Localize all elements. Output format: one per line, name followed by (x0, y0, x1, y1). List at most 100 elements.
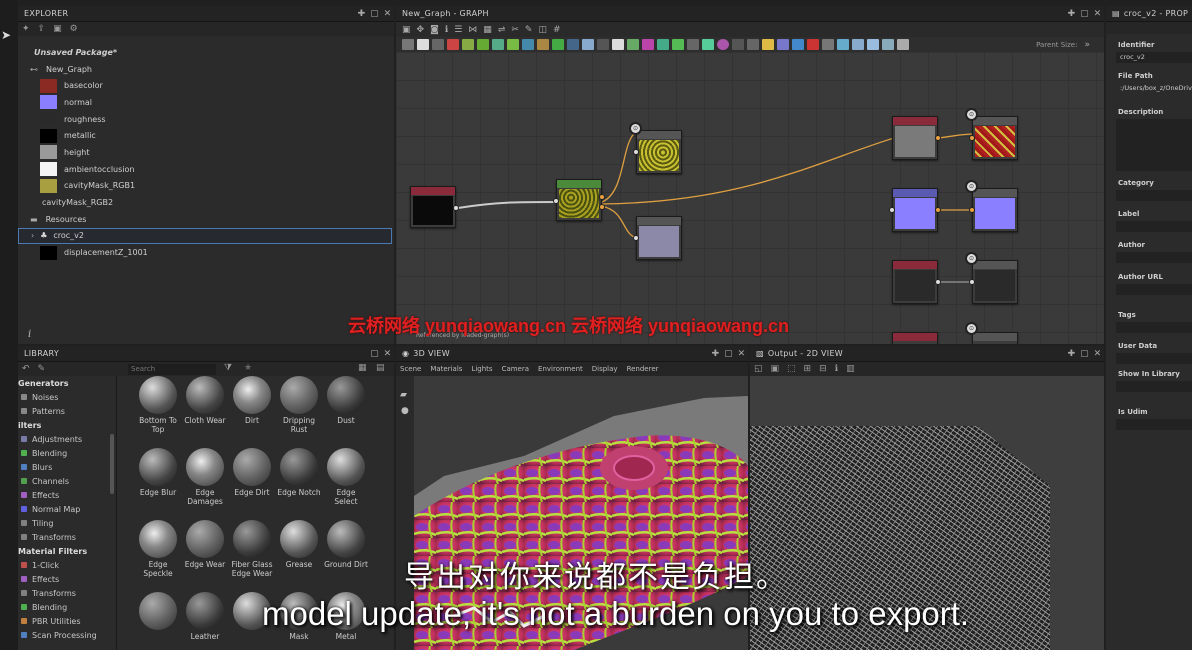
property-field[interactable] (1116, 284, 1192, 295)
close-icon[interactable]: ✕ (381, 349, 394, 359)
input-port[interactable] (633, 235, 639, 241)
node-tool-icon[interactable] (837, 39, 849, 50)
save-icon[interactable]: ▣ (771, 364, 780, 374)
library-item[interactable]: Dripping Rust (277, 376, 321, 434)
library-category[interactable]: Scan Processing (18, 628, 128, 642)
input-port[interactable] (553, 198, 559, 204)
library-search-input[interactable]: Search (128, 364, 216, 375)
normal-node[interactable] (889, 188, 941, 232)
bitmap-node[interactable] (410, 186, 459, 228)
node-tool-icon[interactable] (822, 39, 834, 50)
node-tool-icon[interactable] (612, 39, 624, 50)
node-tool-icon[interactable] (702, 39, 714, 50)
output-port[interactable] (935, 207, 941, 213)
metallic-node[interactable] (892, 332, 938, 344)
property-field[interactable] (1116, 353, 1192, 364)
view3d-menu-item[interactable]: Camera (502, 365, 529, 373)
pin-icon[interactable]: ✚ (355, 9, 368, 19)
pin-icon[interactable]: ✚ (1065, 349, 1078, 359)
library-category[interactable]: Noises (18, 390, 128, 404)
view3d-menu-item[interactable]: Display (592, 365, 618, 373)
tool-icon[interactable]: ✎ (525, 25, 533, 35)
library-category[interactable]: Normal Map (18, 502, 128, 516)
hash-icon[interactable]: # (553, 25, 561, 35)
property-field[interactable] (1116, 252, 1192, 263)
node-tool-icon[interactable] (492, 39, 504, 50)
property-field[interactable] (1116, 419, 1192, 430)
input-port[interactable] (969, 279, 975, 285)
node-tool-icon[interactable] (747, 39, 759, 50)
resources-row[interactable]: ▬ Resources (18, 211, 392, 228)
filepath-field[interactable]: :/Users/box_z/OneDriv (1116, 83, 1192, 94)
node-tool-icon[interactable] (567, 39, 579, 50)
pin-icon[interactable]: ✚ (1065, 9, 1078, 19)
view3d-menu-item[interactable]: Materials (430, 365, 462, 373)
maximize-icon[interactable]: ▢ (368, 9, 381, 19)
property-field[interactable] (1116, 119, 1192, 171)
close-icon[interactable]: ✕ (1091, 9, 1104, 19)
view3d-menu-item[interactable]: Lights (471, 365, 492, 373)
node-tool-icon[interactable] (792, 39, 804, 50)
input-port[interactable] (969, 207, 975, 213)
output-row[interactable]: roughness (18, 111, 392, 128)
input-port[interactable] (889, 207, 895, 213)
library-category[interactable]: Tiling (18, 516, 128, 530)
node-tool-icon[interactable] (582, 39, 594, 50)
link-icon[interactable]: ⋈ (468, 25, 477, 35)
output-row[interactable]: cavityMask_RGB1 (18, 178, 392, 195)
output-port[interactable] (599, 204, 605, 210)
library-category[interactable]: Blending (18, 600, 128, 614)
cavity2-row[interactable]: cavityMask_RGB2 (18, 194, 392, 211)
cavity-node[interactable] (553, 179, 605, 221)
property-field[interactable] (1116, 322, 1192, 333)
view3d-menu-item[interactable]: Scene (400, 365, 421, 373)
normal-output-node[interactable] (969, 188, 1018, 232)
grid-view-icon[interactable]: ▦ (358, 363, 367, 373)
export-icon[interactable]: ⬚ (787, 364, 796, 374)
node-tool-icon[interactable] (507, 39, 519, 50)
node-tool-icon[interactable] (447, 39, 459, 50)
camera-icon[interactable]: ▰ (400, 390, 407, 400)
node-tool-icon[interactable] (807, 39, 819, 50)
roughness-node[interactable] (892, 260, 941, 304)
filter-icon[interactable]: ⧩ (224, 363, 232, 373)
library-item[interactable]: Leather (183, 592, 227, 641)
gear-icon[interactable]: ⚙ (70, 24, 78, 34)
star-icon[interactable]: ★ (244, 363, 252, 373)
library-item[interactable]: Edge Dirt (230, 448, 274, 497)
node-tool-icon[interactable] (867, 39, 879, 50)
close-icon[interactable]: ✕ (381, 9, 394, 19)
displacement-row[interactable]: displacementZ_1001 (18, 244, 392, 261)
maximize-icon[interactable]: ▢ (1078, 9, 1091, 19)
roughness-output-node[interactable] (969, 260, 1018, 304)
pin-node-icon[interactable]: ✂ (511, 25, 519, 35)
camera-icon[interactable]: ◙ (430, 25, 439, 35)
node-tool-icon[interactable] (537, 39, 549, 50)
fit-icon[interactable]: ◱ (754, 364, 763, 374)
category-scrollbar[interactable] (110, 434, 114, 494)
node-tool-icon[interactable] (762, 39, 774, 50)
library-category[interactable]: PBR Utilities (18, 614, 128, 628)
expand-arrow-icon[interactable]: › (31, 231, 34, 240)
channels-icon[interactable]: ⊞ (804, 364, 812, 374)
node-tool-icon[interactable] (432, 39, 444, 50)
identifier-field[interactable]: croc_v2 (1116, 52, 1192, 63)
node-tool-icon[interactable] (477, 39, 489, 50)
metallic-output-node[interactable] (972, 332, 1018, 344)
info-icon[interactable]: ℹ (835, 364, 838, 374)
library-item[interactable]: Dirt (230, 376, 274, 425)
output-row[interactable]: normal (18, 94, 392, 111)
info-icon[interactable]: ℹ (445, 25, 448, 35)
package-row[interactable]: Unsaved Package* (18, 44, 392, 61)
histogram-icon[interactable]: ▥ (846, 364, 855, 374)
maximize-icon[interactable]: ▢ (1078, 349, 1091, 359)
settings-icon[interactable]: ✦ (22, 24, 30, 34)
library-item[interactable]: Dust (324, 376, 368, 425)
frame-icon[interactable]: ▣ (402, 25, 411, 35)
property-field[interactable] (1116, 190, 1192, 201)
node-tool-icon[interactable] (552, 39, 564, 50)
node-tool-icon[interactable] (462, 39, 474, 50)
parent-size-dropdown-icon[interactable]: » (1084, 40, 1090, 50)
output-row[interactable]: metallic (18, 127, 392, 144)
library-item[interactable]: Edge Damages (183, 448, 227, 506)
